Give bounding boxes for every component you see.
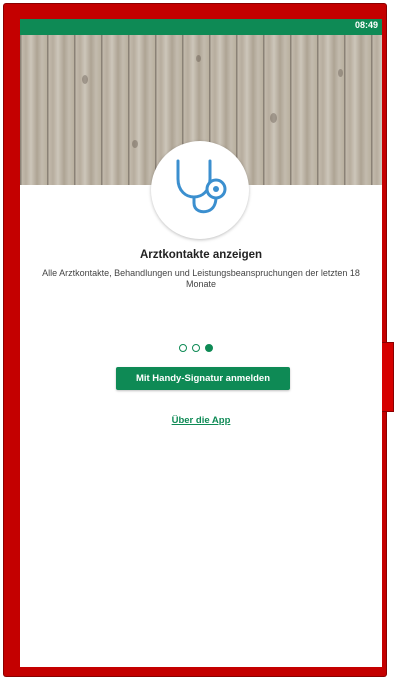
wood-knot [270,113,277,123]
page-dot-1[interactable] [179,344,187,352]
page-indicator [179,344,213,354]
status-bar: 08:49 [20,19,382,35]
page-dot-2[interactable] [192,344,200,352]
wood-knot [196,55,201,62]
page-title: Arztkontakte anzeigen [139,249,263,261]
page-description: Alle Arztkontakte, Behandlungen und Leis… [42,268,360,289]
page-dot-3-active[interactable] [205,344,213,352]
handy-signatur-login-button[interactable]: Mit Handy-Signatur anmelden [116,367,290,390]
stethoscope-icon [176,159,227,214]
about-app-link[interactable]: Über die App [20,415,382,426]
wood-knot [338,69,343,77]
wood-knot [132,140,138,148]
feature-icon-circle [151,141,249,239]
wood-knot [82,75,88,84]
status-time: 08:49 [354,20,378,30]
app-screen: 08:49 Arztkontakte anzeigen Alle Arztkon… [20,19,382,667]
